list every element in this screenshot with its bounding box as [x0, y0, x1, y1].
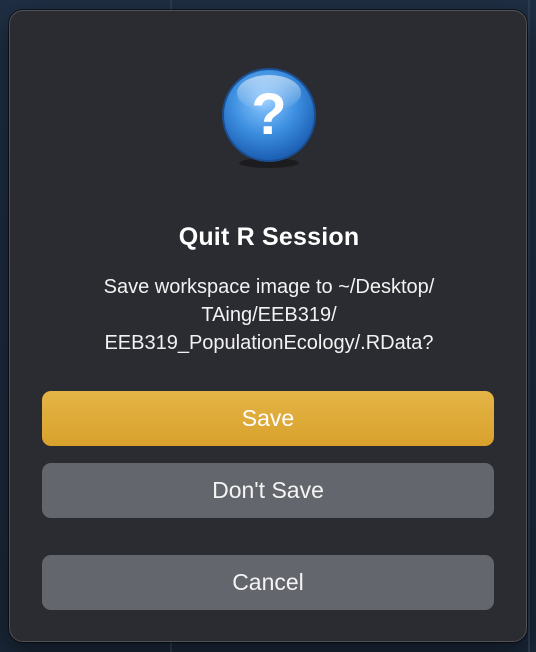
quit-session-dialog: ? Quit R Session Save workspace image to… [9, 10, 527, 642]
dialog-title: Quit R Session [178, 223, 360, 251]
question-mark-icon: ? [220, 67, 318, 179]
dialog-message: Save workspace image to ~/Desktop/ TAing… [50, 273, 488, 357]
message-line: EEB319_PopulationEcology/.RData? [104, 332, 434, 354]
message-line: Save workspace image to ~/Desktop/ [103, 276, 435, 298]
save-button[interactable]: Save [42, 391, 494, 446]
background-divider [528, 0, 530, 652]
cancel-button[interactable]: Cancel [42, 555, 494, 610]
svg-text:?: ? [251, 82, 286, 147]
dont-save-button[interactable]: Don't Save [42, 463, 494, 518]
message-line: TAing/EEB319/ [201, 304, 337, 326]
